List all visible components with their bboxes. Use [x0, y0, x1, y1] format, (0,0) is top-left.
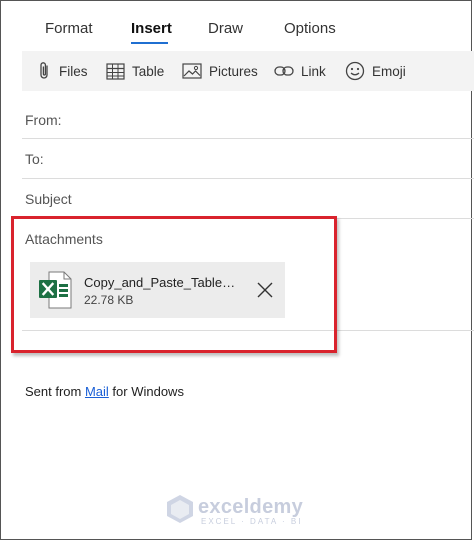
from-field[interactable]: From: [25, 112, 62, 128]
link-label: Link [301, 63, 326, 79]
to-field[interactable]: To: [25, 151, 44, 167]
tab-options[interactable]: Options [284, 20, 336, 37]
signature-prefix: Sent from [25, 384, 85, 399]
tab-format[interactable]: Format [45, 20, 93, 37]
paperclip-icon [38, 61, 52, 81]
picture-icon [182, 63, 202, 79]
ribbon-tabs: Format Insert Draw Options [0, 0, 474, 48]
link-button[interactable]: Link [274, 51, 326, 91]
tab-draw[interactable]: Draw [208, 20, 243, 37]
attachment-highlight-box [11, 216, 337, 353]
pictures-button[interactable]: Pictures [182, 51, 258, 91]
subject-field[interactable]: Subject [25, 191, 72, 207]
tab-insert[interactable]: Insert [131, 20, 172, 37]
emoji-label: Emoji [372, 63, 406, 79]
exceldemy-logo-icon [165, 495, 195, 528]
message-body-signature: Sent from Mail for Windows [25, 384, 184, 399]
table-label: Table [132, 63, 165, 79]
mail-link[interactable]: Mail [85, 384, 109, 399]
watermark-name: exceldemy [198, 496, 303, 518]
emoji-button[interactable]: Emoji [345, 51, 406, 91]
signature-suffix: for Windows [108, 384, 184, 399]
emoji-icon [345, 61, 365, 81]
pictures-label: Pictures [209, 63, 258, 79]
from-divider [22, 138, 474, 139]
table-button[interactable]: Table [106, 51, 164, 91]
insert-toolbar: Files Table Pictures Link Emoji [22, 51, 474, 91]
files-button[interactable]: Files [38, 51, 88, 91]
table-icon [106, 62, 125, 80]
to-divider [22, 178, 474, 179]
exceldemy-watermark: exceldemy EXCEL · DATA · BI [165, 494, 303, 529]
active-tab-indicator [131, 42, 168, 44]
files-label: Files [59, 63, 88, 79]
link-icon [274, 65, 294, 77]
watermark-tagline: EXCEL · DATA · BI [201, 517, 303, 526]
